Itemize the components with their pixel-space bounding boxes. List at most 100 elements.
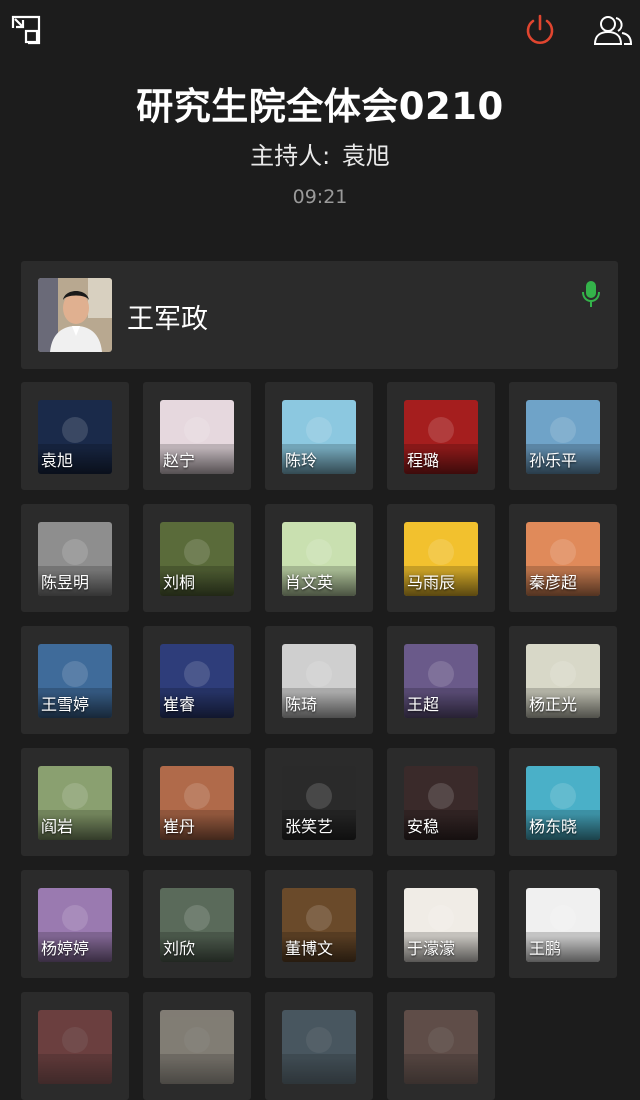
participant-tile[interactable]: 袁旭 [21,382,129,490]
participant-tile[interactable] [387,992,495,1100]
participant-avatar: 王雪婷 [38,644,112,718]
participant-name: 程璐 [404,448,478,474]
participant-avatar [404,1010,478,1084]
participant-avatar: 程璐 [404,400,478,474]
participant-name: 陈昱明 [38,570,112,596]
participant-name: 秦彦超 [526,570,600,596]
participant-tile[interactable]: 王鹏 [509,870,617,978]
participant-tile[interactable] [21,992,129,1100]
participant-avatar: 刘桐 [160,522,234,596]
participant-avatar: 董博文 [282,888,356,962]
top-bar [0,0,640,60]
participant-name: 刘桐 [160,570,234,596]
participant-tile[interactable]: 赵宁 [143,382,251,490]
participant-tile[interactable]: 王超 [387,626,495,734]
participant-name: 安稳 [404,814,478,840]
participant-tile[interactable]: 董博文 [265,870,373,978]
participant-avatar: 刘欣 [160,888,234,962]
participant-tile[interactable] [143,992,251,1100]
participant-avatar [160,1010,234,1084]
participant-tile[interactable] [265,992,373,1100]
participant-tile[interactable]: 崔丹 [143,748,251,856]
participant-name: 张笑艺 [282,814,356,840]
power-icon[interactable] [520,10,560,50]
participant-tile[interactable]: 安稳 [387,748,495,856]
participant-name: 王雪婷 [38,692,112,718]
participant-name: 陈琦 [282,692,356,718]
meeting-title: 研究生院全体会0210 [136,85,504,128]
participant-tile[interactable]: 孙乐平 [509,382,617,490]
participant-avatar: 杨婷婷 [38,888,112,962]
participant-avatar: 崔丹 [160,766,234,840]
speaker-name: 王军政 [127,304,208,335]
participant-avatar: 孙乐平 [526,400,600,474]
participant-avatar: 杨东晓 [526,766,600,840]
participant-name: 于濛濛 [404,936,478,962]
participant-tile[interactable]: 刘欣 [143,870,251,978]
meeting-timer: 09:21 [292,186,348,208]
participant-avatar: 马雨辰 [404,522,478,596]
participant-name [282,1058,356,1084]
participant-tile[interactable]: 秦彦超 [509,504,617,612]
participant-name: 马雨辰 [404,570,478,596]
participant-tile[interactable]: 刘桐 [143,504,251,612]
host-name: 袁旭 [341,142,390,170]
participant-name [160,1058,234,1084]
participant-avatar: 袁旭 [38,400,112,474]
participant-name: 杨正光 [526,692,600,718]
participant-avatar: 于濛濛 [404,888,478,962]
participant-tile[interactable]: 杨东晓 [509,748,617,856]
participant-avatar: 肖文英 [282,522,356,596]
participant-name: 王鹏 [526,936,600,962]
participant-name: 孙乐平 [526,448,600,474]
participant-tile[interactable]: 张笑艺 [265,748,373,856]
participant-name: 杨东晓 [526,814,600,840]
participant-tile[interactable]: 马雨辰 [387,504,495,612]
participant-name [38,1058,112,1084]
participant-avatar: 杨正光 [526,644,600,718]
participant-tile[interactable]: 程璐 [387,382,495,490]
host-line: 主持人: 袁旭 [0,136,640,171]
microphone-icon [579,279,603,309]
participant-tile[interactable]: 崔睿 [143,626,251,734]
participant-name: 崔丹 [160,814,234,840]
members-icon[interactable] [590,10,636,50]
participant-avatar: 王超 [404,644,478,718]
participant-name: 陈玲 [282,448,356,474]
participant-tile[interactable]: 陈玲 [265,382,373,490]
participant-name: 董博文 [282,936,356,962]
participant-tile[interactable]: 阎岩 [21,748,129,856]
participant-tile[interactable]: 于濛濛 [387,870,495,978]
minimize-window-icon[interactable] [8,12,44,48]
participant-avatar: 陈昱明 [38,522,112,596]
participant-avatar: 张笑艺 [282,766,356,840]
participant-tile[interactable]: 陈琦 [265,626,373,734]
participant-tile[interactable]: 杨正光 [509,626,617,734]
participant-tile[interactable]: 陈昱明 [21,504,129,612]
participant-name: 袁旭 [38,448,112,474]
participant-avatar [282,1010,356,1084]
participant-name: 赵宁 [160,448,234,474]
participant-name [404,1058,478,1084]
active-speaker-card[interactable]: 王军政 [21,261,618,369]
participant-tile[interactable]: 肖文英 [265,504,373,612]
participant-name: 阎岩 [38,814,112,840]
participant-avatar: 陈玲 [282,400,356,474]
participant-avatar: 赵宁 [160,400,234,474]
participant-name: 王超 [404,692,478,718]
participant-avatar: 秦彦超 [526,522,600,596]
participant-name: 崔睿 [160,692,234,718]
participant-avatar: 陈琦 [282,644,356,718]
participant-name: 刘欣 [160,936,234,962]
participant-avatar: 王鹏 [526,888,600,962]
participant-avatar: 安稳 [404,766,478,840]
participant-tile[interactable]: 杨婷婷 [21,870,129,978]
speaker-avatar [38,278,112,352]
host-label: 主持人: [250,142,331,170]
participant-name: 肖文英 [282,570,356,596]
participant-avatar: 阎岩 [38,766,112,840]
participant-name: 杨婷婷 [38,936,112,962]
participant-tile[interactable]: 王雪婷 [21,626,129,734]
participant-avatar [38,1010,112,1084]
participant-avatar: 崔睿 [160,644,234,718]
